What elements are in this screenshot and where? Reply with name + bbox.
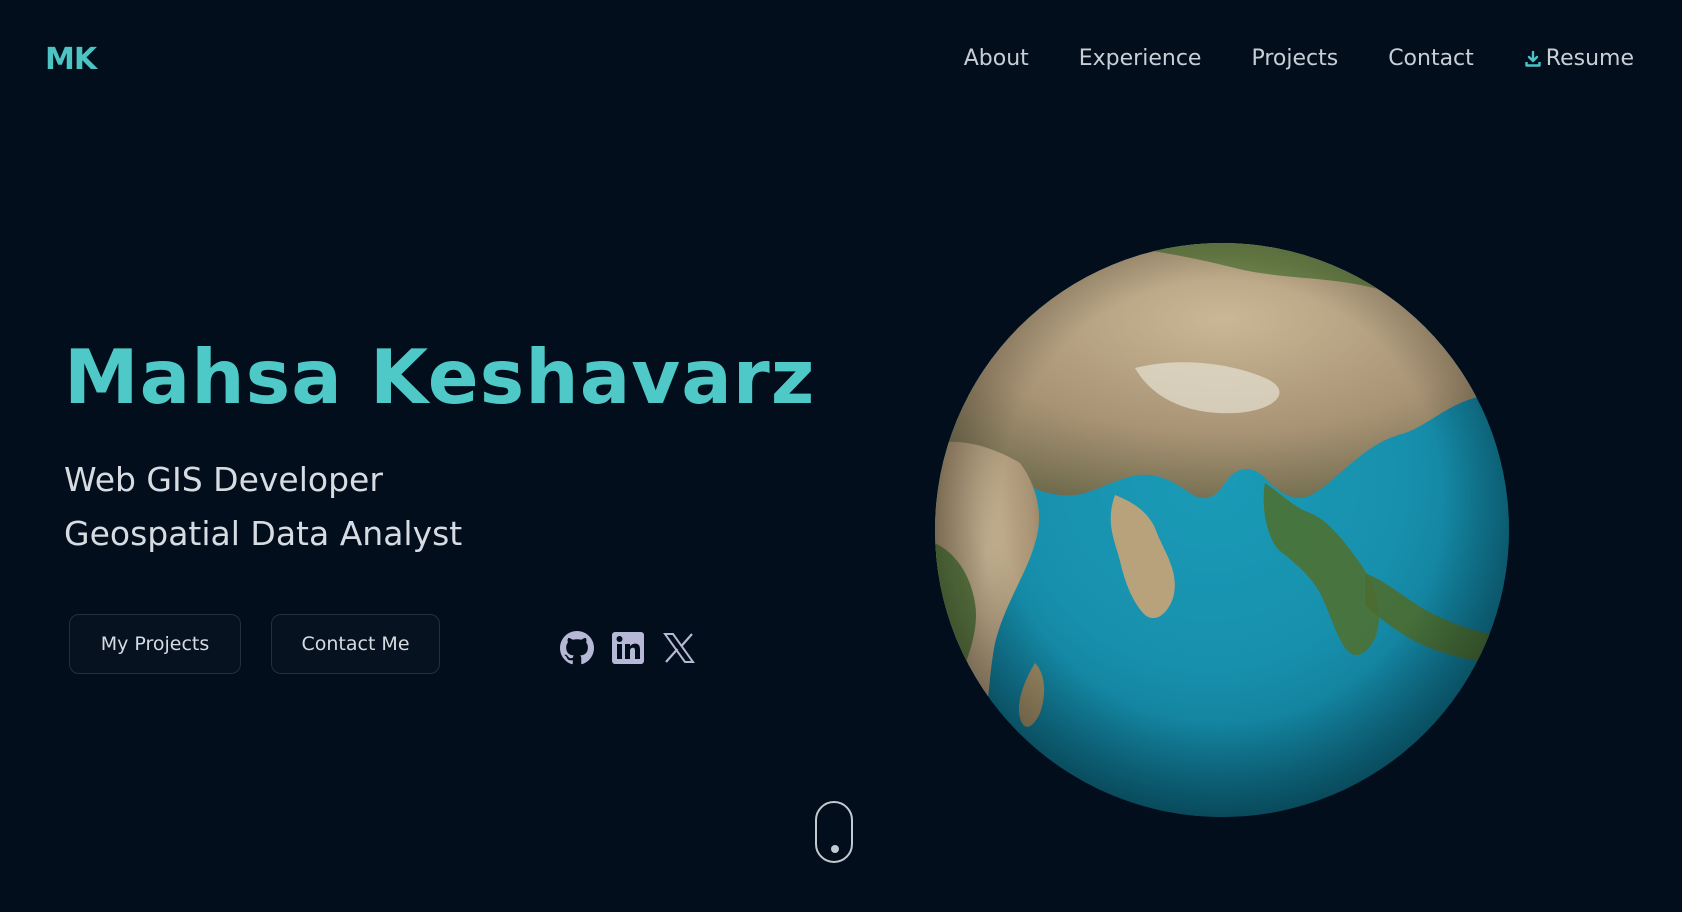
social-links: [560, 631, 696, 665]
download-icon: [1524, 50, 1542, 68]
my-projects-button[interactable]: My Projects: [69, 614, 241, 674]
nav-experience[interactable]: Experience: [1079, 46, 1202, 71]
resume-label: Resume: [1545, 46, 1634, 71]
scroll-dot: [831, 845, 839, 853]
nav-projects[interactable]: Projects: [1251, 46, 1338, 71]
logo[interactable]: MK: [45, 42, 97, 77]
github-icon[interactable]: [560, 631, 594, 665]
main-nav: About Experience Projects Contact Resume: [964, 46, 1634, 71]
mouse-scroll-icon[interactable]: [815, 801, 853, 863]
hero-subtitle-analyst: Geospatial Data Analyst: [64, 514, 463, 553]
nav-resume[interactable]: Resume: [1524, 46, 1634, 71]
linkedin-icon[interactable]: [611, 631, 645, 665]
contact-me-button[interactable]: Contact Me: [271, 614, 440, 674]
hero-name: Mahsa Keshavarz: [64, 333, 816, 421]
nav-contact[interactable]: Contact: [1388, 46, 1474, 71]
nav-about[interactable]: About: [964, 46, 1029, 71]
hero-subtitle-role: Web GIS Developer: [64, 460, 383, 499]
x-twitter-icon[interactable]: [662, 631, 696, 665]
earth-globe[interactable]: [935, 243, 1510, 818]
